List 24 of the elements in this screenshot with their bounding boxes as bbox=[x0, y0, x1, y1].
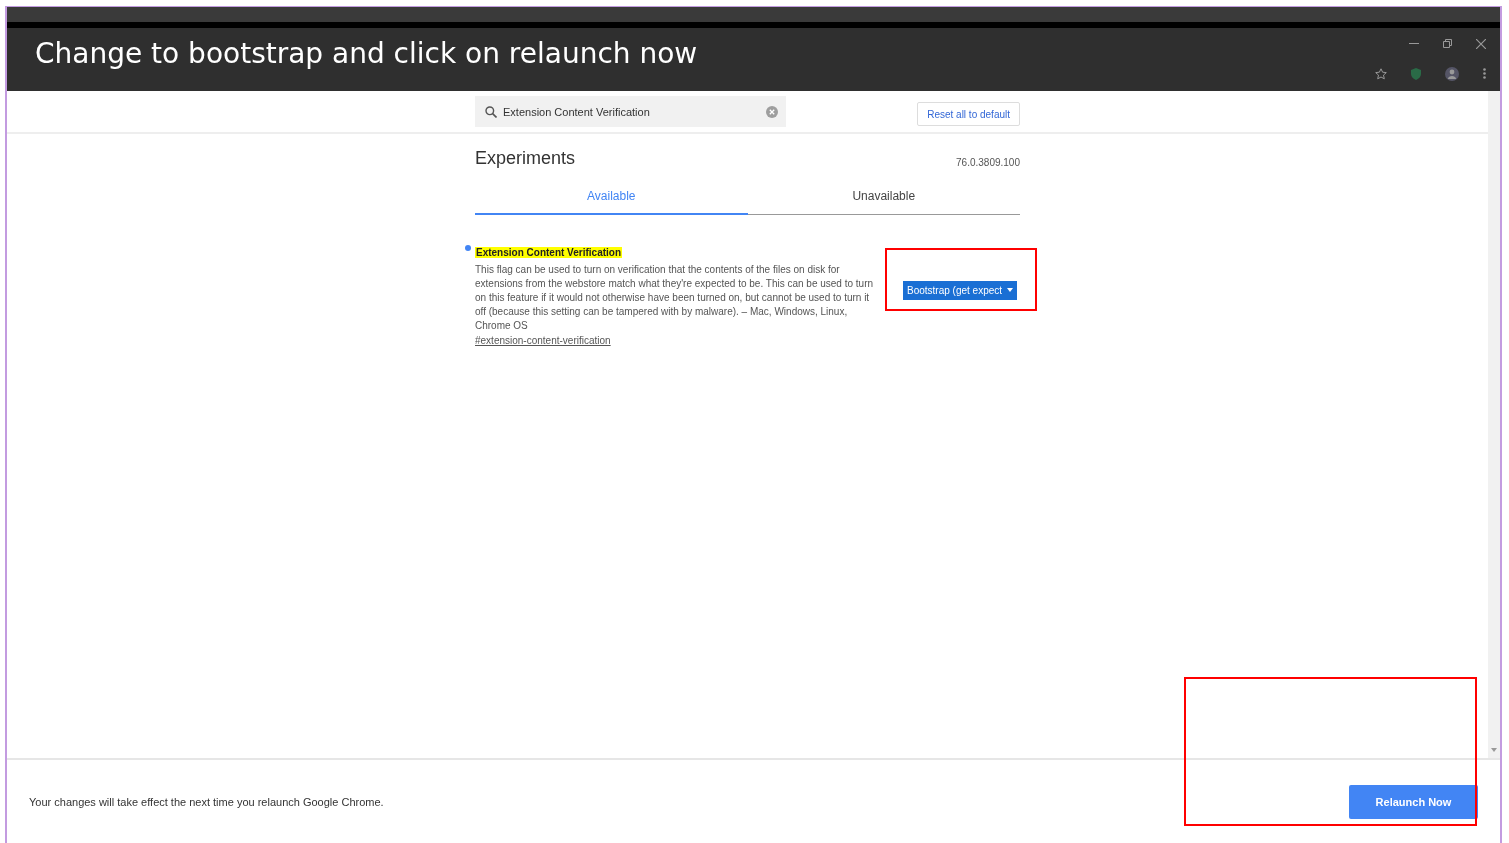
caption-text: Change to bootstrap and click on relaunch now bbox=[35, 37, 698, 70]
search-icon bbox=[485, 105, 497, 118]
relaunch-message: Your changes will take effect the next time you relaunch Google Chrome. bbox=[29, 795, 384, 808]
flag-description: This flag can be used to turn on verification that the contents of the files on disk for extensions from the webstore match what they're expected to be. This can be used to turn on this feature if it would not otherwise have been turned on, but cannot be used to turn it off (because this setting can be tampered with by malware). – Mac, Windows, Linux, Chrome OS bbox=[475, 263, 875, 333]
clear-icon[interactable] bbox=[766, 105, 778, 118]
minimize-icon[interactable] bbox=[1409, 42, 1419, 45]
tab[interactable]: Available bbox=[475, 183, 748, 215]
scrollbar[interactable] bbox=[1488, 91, 1500, 758]
flag-name: Extension Content Verification bbox=[475, 247, 623, 258]
page-title: Experiments bbox=[475, 148, 576, 169]
menu-icon[interactable] bbox=[1483, 68, 1486, 79]
avatar-icon[interactable] bbox=[1445, 66, 1459, 81]
star-icon[interactable] bbox=[1375, 67, 1387, 80]
tab[interactable]: Unavailable bbox=[747, 183, 1020, 215]
flag-link[interactable]: #extension-content-verification bbox=[475, 335, 879, 346]
scroll-down-icon[interactable] bbox=[1491, 748, 1497, 752]
close-icon[interactable] bbox=[1476, 38, 1486, 49]
flag-dropdown[interactable]: Bootstrap (get expect bbox=[903, 280, 1018, 300]
search-field[interactable]: Extension Content Verification bbox=[475, 96, 786, 127]
relaunch-now-button[interactable]: Relaunch Now bbox=[1349, 784, 1478, 819]
reset-all-button[interactable]: Reset all to default bbox=[917, 102, 1020, 126]
restore-icon[interactable] bbox=[1443, 39, 1452, 48]
caret-icon bbox=[1007, 288, 1014, 292]
version-label: 76.0.3809.100 bbox=[956, 157, 1020, 168]
